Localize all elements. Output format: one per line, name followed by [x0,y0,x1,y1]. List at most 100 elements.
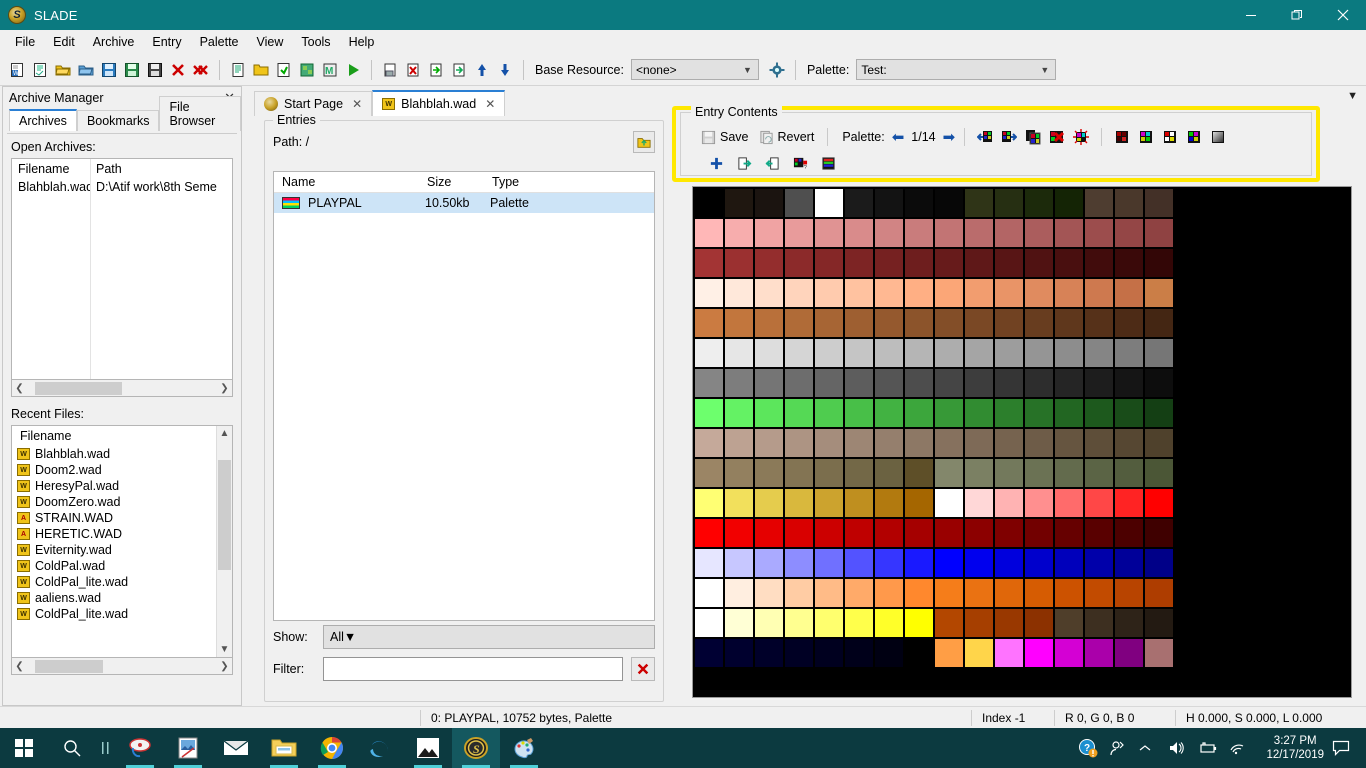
map-editor-icon[interactable]: M [319,58,341,82]
palette-swatch[interactable] [1084,308,1114,338]
palette-swatch[interactable] [1084,578,1114,608]
palette-swatch[interactable] [1114,248,1144,278]
folder-up-icon[interactable] [633,131,655,153]
palette-swatch[interactable] [844,428,874,458]
close-icon[interactable]: ✕ [485,97,495,111]
palette-swatch[interactable] [814,518,844,548]
palette-swatch[interactable] [844,518,874,548]
palette-swatch[interactable] [1084,458,1114,488]
texture-editor-icon[interactable] [296,58,318,82]
arrow-left-icon[interactable]: ⬅ [892,128,905,146]
palette-swatch[interactable] [934,518,964,548]
palette-swatch[interactable] [994,488,1024,518]
palette-swatch[interactable] [934,638,964,668]
palette-swatch[interactable] [1114,428,1144,458]
palette-swatch[interactable] [694,338,724,368]
palette-swatch[interactable] [1024,548,1054,578]
palette-swatch[interactable] [1144,338,1174,368]
palette-swatch[interactable] [904,278,934,308]
palette-swatch[interactable] [784,218,814,248]
palette-swatch[interactable] [1024,248,1054,278]
invert-icon[interactable] [1159,125,1181,149]
palette-swatch[interactable] [1144,638,1174,668]
palette-swatch[interactable] [1084,518,1114,548]
maximize-button[interactable] [1274,0,1320,30]
palette-swatch[interactable] [1114,368,1144,398]
slade-icon[interactable]: S [452,728,500,768]
palette-swatch[interactable] [874,578,904,608]
menu-archive[interactable]: Archive [84,32,144,52]
palette-swatch[interactable] [994,398,1024,428]
palette-swatch[interactable] [844,398,874,428]
palette-swatch[interactable] [904,578,934,608]
palette-swatch[interactable] [724,338,754,368]
palette-swatch[interactable] [904,638,934,668]
palette-swatch[interactable] [934,248,964,278]
palette-swatch[interactable] [994,248,1024,278]
palette-swatch[interactable] [874,368,904,398]
palette-swatch[interactable] [814,308,844,338]
export-entry-icon[interactable] [448,58,470,82]
move-down-icon[interactable] [494,58,516,82]
scroll-right-icon[interactable]: ❯ [217,661,232,672]
palette-swatch[interactable] [814,218,844,248]
palette-canvas[interactable] [692,186,1352,698]
palette-swatch[interactable] [1114,398,1144,428]
palette-select[interactable]: Test: ▼ [856,59,1057,80]
palette-swatch[interactable] [874,398,904,428]
palette-swatch[interactable] [964,488,994,518]
clear-x-icon[interactable] [631,657,655,681]
task-view-icon[interactable] [96,728,116,768]
palette-swatch[interactable] [844,608,874,638]
palette-swatch[interactable] [694,398,724,428]
battery-icon[interactable] [1198,741,1228,755]
open-folder-icon[interactable] [75,58,97,82]
palette-swatch[interactable] [1054,458,1084,488]
palette-swatch[interactable] [814,368,844,398]
palette-swatch[interactable] [754,578,784,608]
palette-swatch[interactable] [844,578,874,608]
menu-entry[interactable]: Entry [143,32,190,52]
palette-swatch[interactable] [874,458,904,488]
palette-swatch[interactable] [844,548,874,578]
palette-swatch[interactable] [904,218,934,248]
palette-swatch[interactable] [934,218,964,248]
revert-button[interactable]: Revert [755,128,819,147]
palette-swatch[interactable] [784,248,814,278]
palette-swatch[interactable] [1114,548,1144,578]
palette-swatch[interactable] [844,308,874,338]
save-as-icon[interactable] [121,58,143,82]
menu-file[interactable]: File [6,32,44,52]
palette-swatch[interactable] [784,428,814,458]
palette-swatch[interactable] [1144,188,1174,218]
arrow-right-icon[interactable]: ➡ [943,128,956,146]
palette-swatch[interactable] [904,338,934,368]
new-directory-icon[interactable] [250,58,272,82]
minimize-button[interactable] [1228,0,1274,30]
palette-swatch[interactable] [1144,518,1174,548]
palette-swatch[interactable] [1054,368,1084,398]
entry-list[interactable]: Name Size Type PLAYPAL 10.50kb Palette [273,171,655,621]
palette-swatch[interactable] [1024,218,1054,248]
palette-swatch[interactable] [694,458,724,488]
palette-swatch[interactable] [1024,368,1054,398]
palette-swatch[interactable] [694,188,724,218]
gear-icon[interactable] [766,58,788,82]
chevron-down-icon[interactable]: ▼ [1347,90,1358,102]
palette-swatch[interactable] [724,548,754,578]
palette-swatch[interactable] [1054,188,1084,218]
palette-swatch[interactable] [934,338,964,368]
palette-swatch[interactable] [694,248,724,278]
palette-swatch[interactable] [874,188,904,218]
palette-swatch[interactable] [1024,488,1054,518]
colourise-icon[interactable] [1111,125,1133,149]
palette-swatch[interactable] [754,218,784,248]
palette-swatch[interactable] [964,218,994,248]
palette-swatch[interactable] [784,308,814,338]
save-palette-icon[interactable] [998,125,1020,149]
palette-swatch[interactable] [994,458,1024,488]
palette-swatch[interactable] [784,548,814,578]
palette-swatch[interactable] [964,638,994,668]
palette-swatch[interactable] [844,368,874,398]
palette-swatch[interactable] [724,608,754,638]
